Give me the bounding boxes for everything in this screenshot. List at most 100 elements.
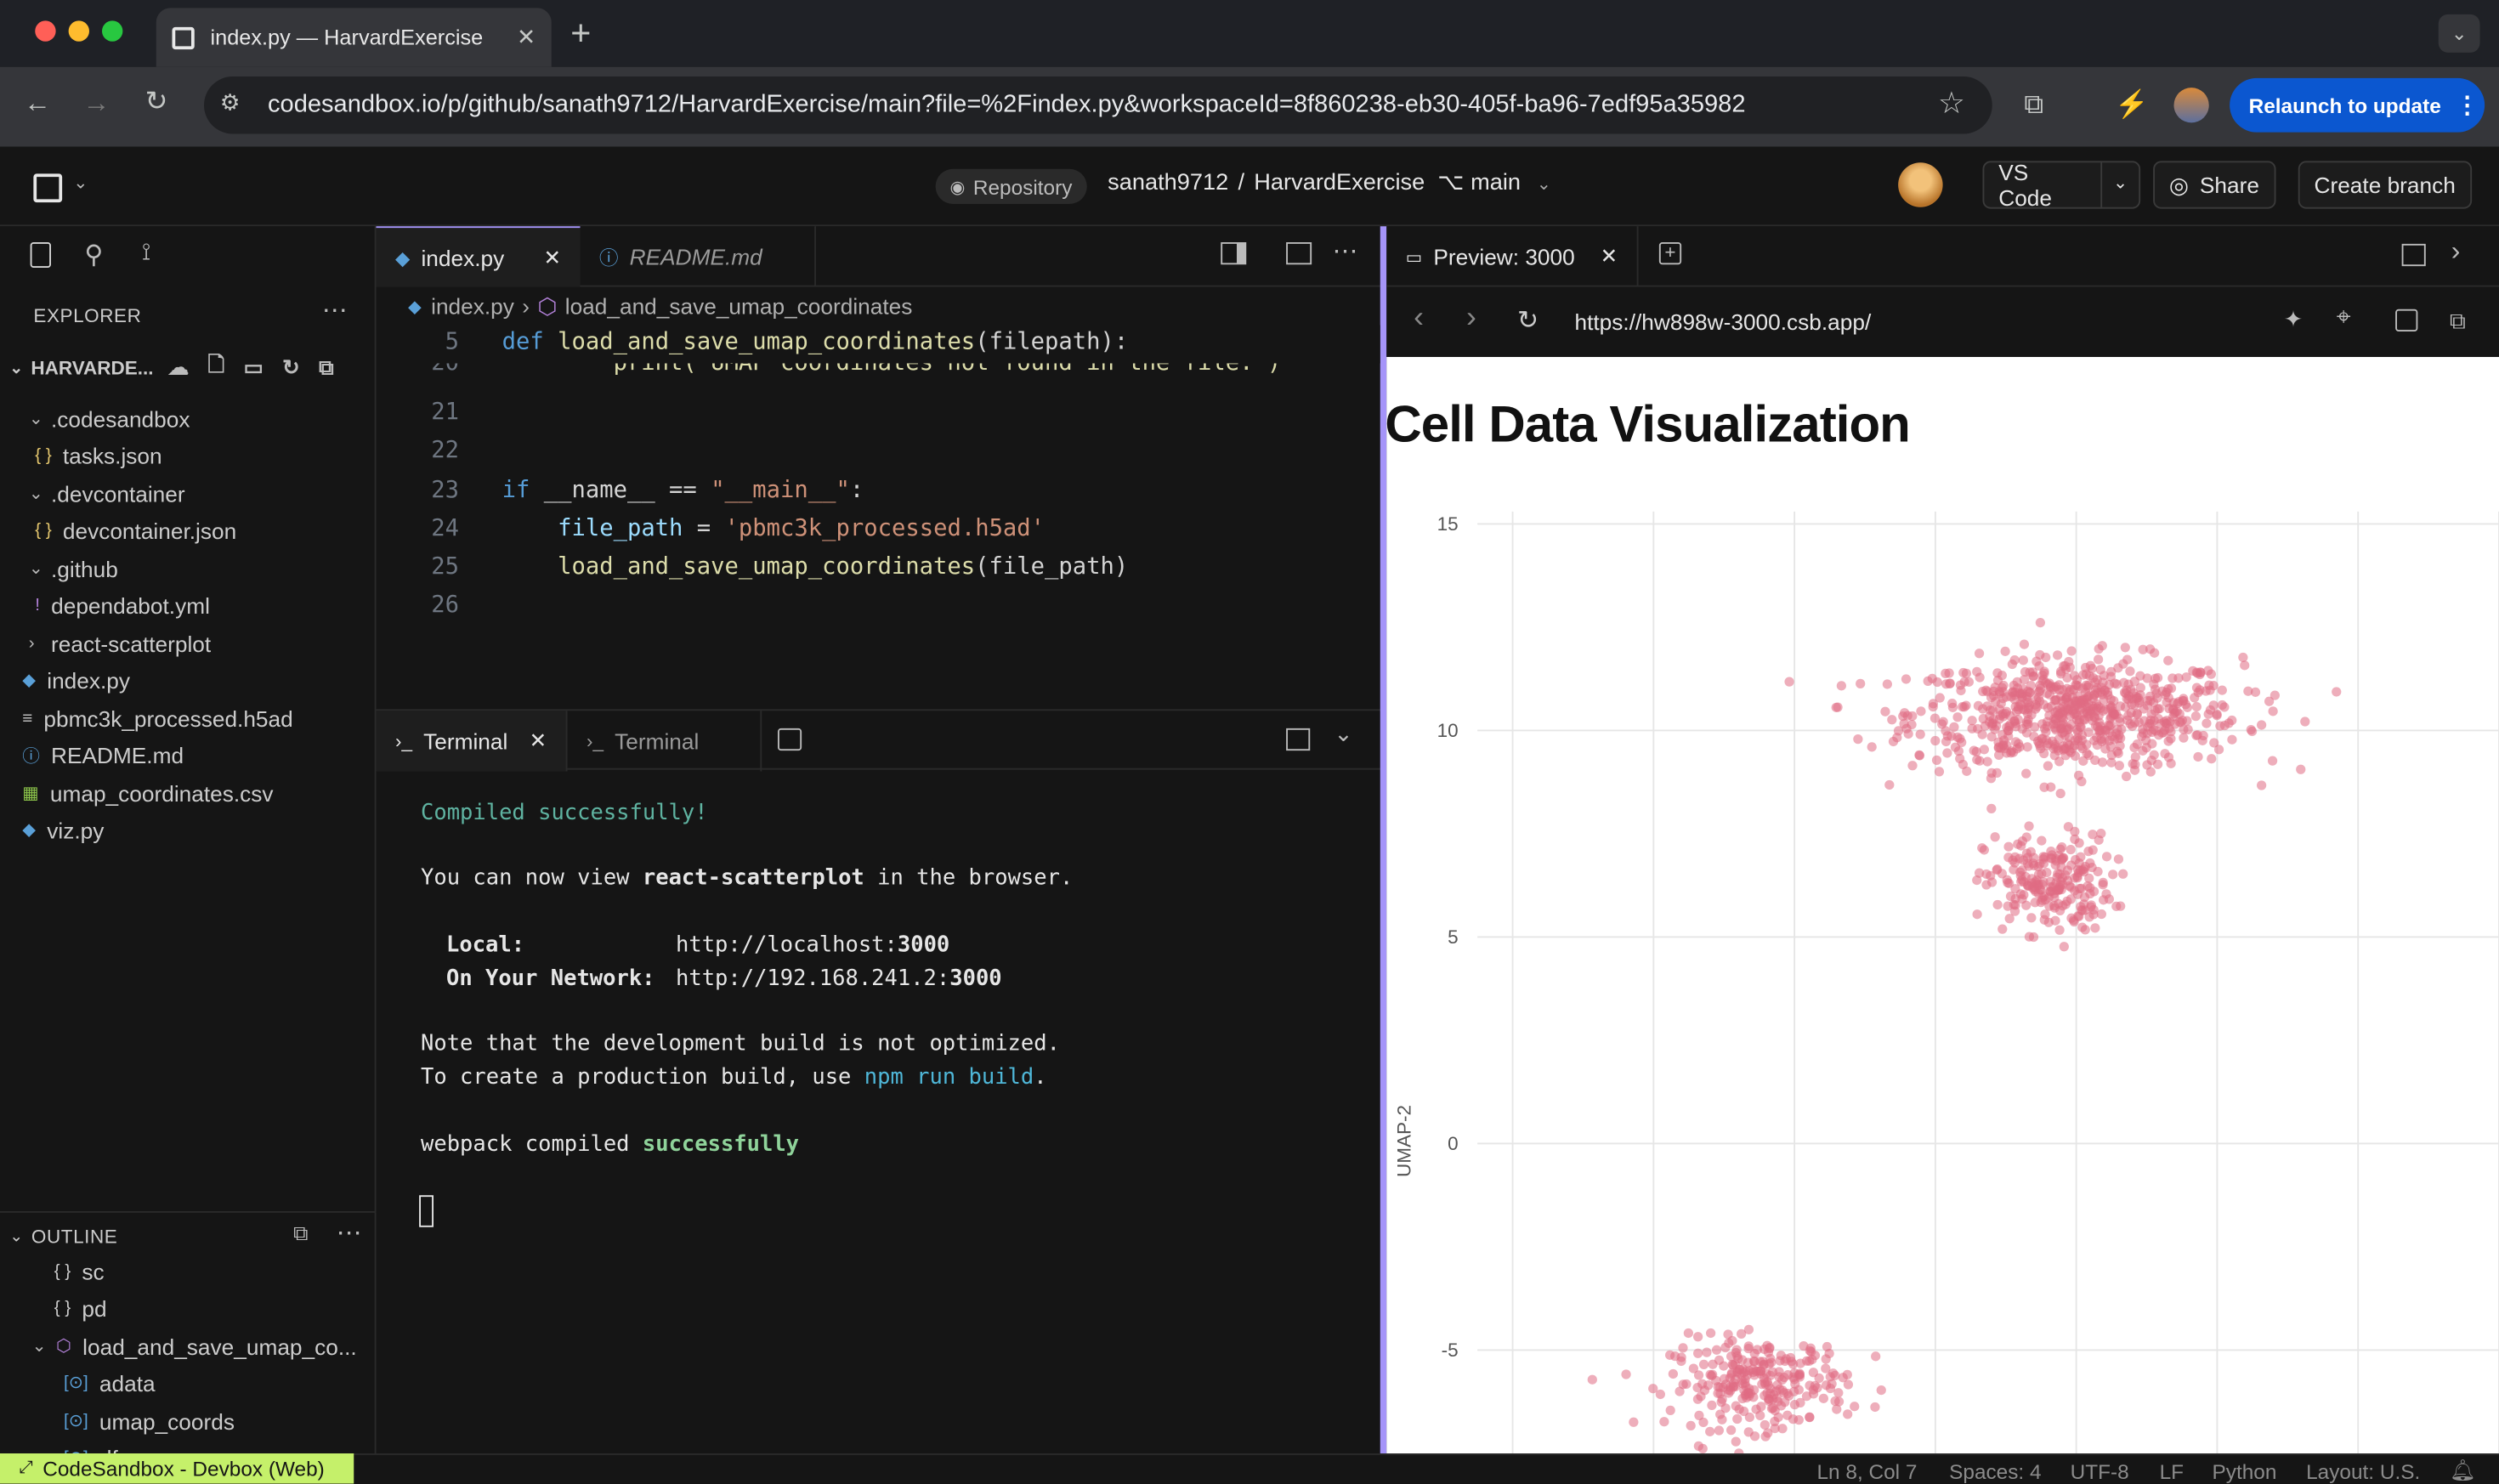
scatter-point[interactable] xyxy=(2071,680,2081,690)
scatter-point[interactable] xyxy=(1789,1386,1799,1396)
scatter-point[interactable] xyxy=(2070,735,2080,745)
crosshair-icon[interactable]: ⌖ xyxy=(2337,304,2351,333)
vscode-dropdown-icon[interactable]: ⌄ xyxy=(2100,161,2139,209)
scatter-point[interactable] xyxy=(1915,729,1925,739)
scatter-point[interactable] xyxy=(1693,1332,1703,1342)
scatter-point[interactable] xyxy=(1714,1425,1724,1436)
scatter-point[interactable] xyxy=(1676,1352,1686,1362)
devbox-status[interactable]: ⤢ CodeSandbox - Devbox (Web) xyxy=(0,1453,354,1484)
scatter-point[interactable] xyxy=(1961,700,1971,711)
repo-name[interactable]: HarvardExercise xyxy=(1254,171,1425,196)
scatter-point[interactable] xyxy=(1743,1344,1754,1354)
scatter-point[interactable] xyxy=(2066,646,2077,656)
scatter-point[interactable] xyxy=(2267,756,2278,766)
new-folder-icon[interactable]: ▭ xyxy=(244,355,264,381)
scatter-point[interactable] xyxy=(2105,671,2116,682)
new-terminal-icon[interactable] xyxy=(778,728,802,751)
scatter-point[interactable] xyxy=(1975,672,1985,683)
scatter-point[interactable] xyxy=(2097,641,2107,651)
profile-avatar[interactable] xyxy=(2173,88,2209,123)
scatter-point[interactable] xyxy=(2268,706,2278,717)
collapse-all-icon[interactable]: ⧉ xyxy=(319,355,333,381)
scatter-point[interactable] xyxy=(2066,844,2076,855)
scatter-point[interactable] xyxy=(2094,726,2105,736)
scatter-point[interactable] xyxy=(2082,748,2092,759)
editor-tab-index-py[interactable]: ◆ index.py ✕ xyxy=(376,226,581,287)
scatter-point[interactable] xyxy=(1992,899,2003,910)
scatter-point[interactable] xyxy=(2066,882,2077,892)
scatter-point[interactable] xyxy=(2086,900,2096,910)
scatter-point[interactable] xyxy=(1726,1385,1736,1396)
scatter-point[interactable] xyxy=(2224,718,2234,728)
status-eol[interactable]: LF xyxy=(2160,1460,2184,1484)
scatter-point[interactable] xyxy=(2087,663,2097,674)
performance-icon[interactable]: ⚡ xyxy=(2115,89,2149,122)
code-line[interactable]: 26 xyxy=(377,588,1380,626)
scatter-point[interactable] xyxy=(2083,847,2094,857)
new-file-icon[interactable]: 🗋 xyxy=(207,351,224,386)
scatter-point[interactable] xyxy=(1990,832,2000,842)
browser-tab[interactable]: index.py — HarvardExercise ✕ xyxy=(156,8,552,67)
scatter-point[interactable] xyxy=(1914,750,1924,760)
scatter-point[interactable] xyxy=(1856,678,1866,688)
scatter-point[interactable] xyxy=(1705,1426,1715,1436)
scatter-point[interactable] xyxy=(1708,1359,1718,1369)
scatter-point[interactable] xyxy=(1882,679,1892,689)
scatter-point[interactable] xyxy=(2179,733,2189,743)
scatter-point[interactable] xyxy=(2028,671,2038,682)
scatter-point[interactable] xyxy=(1987,705,1998,716)
scatter-point[interactable] xyxy=(2024,932,2035,942)
tab-search-button[interactable]: ⌄ xyxy=(2438,14,2480,53)
code-line[interactable]: 23 if __name__ == "__main__": xyxy=(377,473,1380,512)
scatter-point[interactable] xyxy=(2217,685,2227,695)
scatter-point[interactable] xyxy=(1674,1386,1685,1396)
scatter-point[interactable] xyxy=(2132,708,2142,719)
search-icon[interactable]: ⚲ xyxy=(84,239,103,271)
scatter-point[interactable] xyxy=(1731,1436,1741,1447)
scatter-point[interactable] xyxy=(2016,841,2026,851)
scatter-point[interactable] xyxy=(1901,674,1912,684)
scatter-point[interactable] xyxy=(2062,865,2073,875)
scatter-point[interactable] xyxy=(1737,1379,1748,1389)
file-tree-item[interactable]: { } devcontainer.json xyxy=(35,512,236,548)
user-avatar[interactable] xyxy=(1898,162,1943,207)
scatter-point[interactable] xyxy=(1763,1428,1773,1438)
code-line[interactable]: 24 file_path = 'pbmc3k_processed.h5ad' xyxy=(377,512,1380,550)
scatter-point[interactable] xyxy=(1978,686,1988,697)
scatter-point[interactable] xyxy=(2135,671,2145,681)
outline-item[interactable]: [⊙] umap_coords xyxy=(64,1402,235,1439)
close-tab-icon[interactable]: ✕ xyxy=(1601,244,1618,269)
scatter-point[interactable] xyxy=(2094,654,2104,665)
scatter-point[interactable] xyxy=(2168,673,2178,683)
scatter-point[interactable] xyxy=(1997,869,2007,879)
reload-icon[interactable]: ↻ xyxy=(145,86,168,118)
scatter-point[interactable] xyxy=(2095,665,2105,675)
scatter-point[interactable] xyxy=(2075,699,2086,709)
scatter-point[interactable] xyxy=(2037,835,2047,846)
scatter-point[interactable] xyxy=(2104,894,2114,904)
toggle-sidebar-icon[interactable] xyxy=(1221,242,1247,265)
editor-tab-readme[interactable]: ⓘ README.md xyxy=(581,226,816,287)
scatter-point[interactable] xyxy=(1748,1364,1758,1374)
scatter-point[interactable] xyxy=(1698,1417,1708,1428)
status-position[interactable]: Ln 8, Col 7 xyxy=(1817,1460,1918,1484)
scatter-point[interactable] xyxy=(1784,677,1794,687)
files-icon[interactable] xyxy=(30,242,51,268)
scatter-point[interactable] xyxy=(2075,883,2085,894)
scatter-point[interactable] xyxy=(1693,1348,1703,1358)
scatter-point[interactable] xyxy=(1665,1405,1675,1415)
scatter-point[interactable] xyxy=(2053,650,2063,660)
scatter-point[interactable] xyxy=(2118,659,2128,669)
scatter-point[interactable] xyxy=(1916,706,1926,717)
scatter-point[interactable] xyxy=(1821,1363,1831,1374)
root-folder[interactable]: ⌄ HARVARDE... ☁ 🗋 ▭ ↻ ⧉ xyxy=(9,351,370,386)
scatter-point[interactable] xyxy=(2108,869,2118,880)
scatter-point[interactable] xyxy=(2059,942,2069,952)
scatter-point[interactable] xyxy=(1941,679,1952,689)
scatter-point[interactable] xyxy=(2193,751,2203,762)
scatter-point[interactable] xyxy=(1814,1373,1824,1384)
scatter-point[interactable] xyxy=(2041,727,2051,737)
relaunch-button[interactable]: Relaunch to update ⋮ xyxy=(2230,77,2485,133)
scatter-point[interactable] xyxy=(1713,1388,1723,1398)
scatter-point[interactable] xyxy=(1668,1368,1679,1379)
